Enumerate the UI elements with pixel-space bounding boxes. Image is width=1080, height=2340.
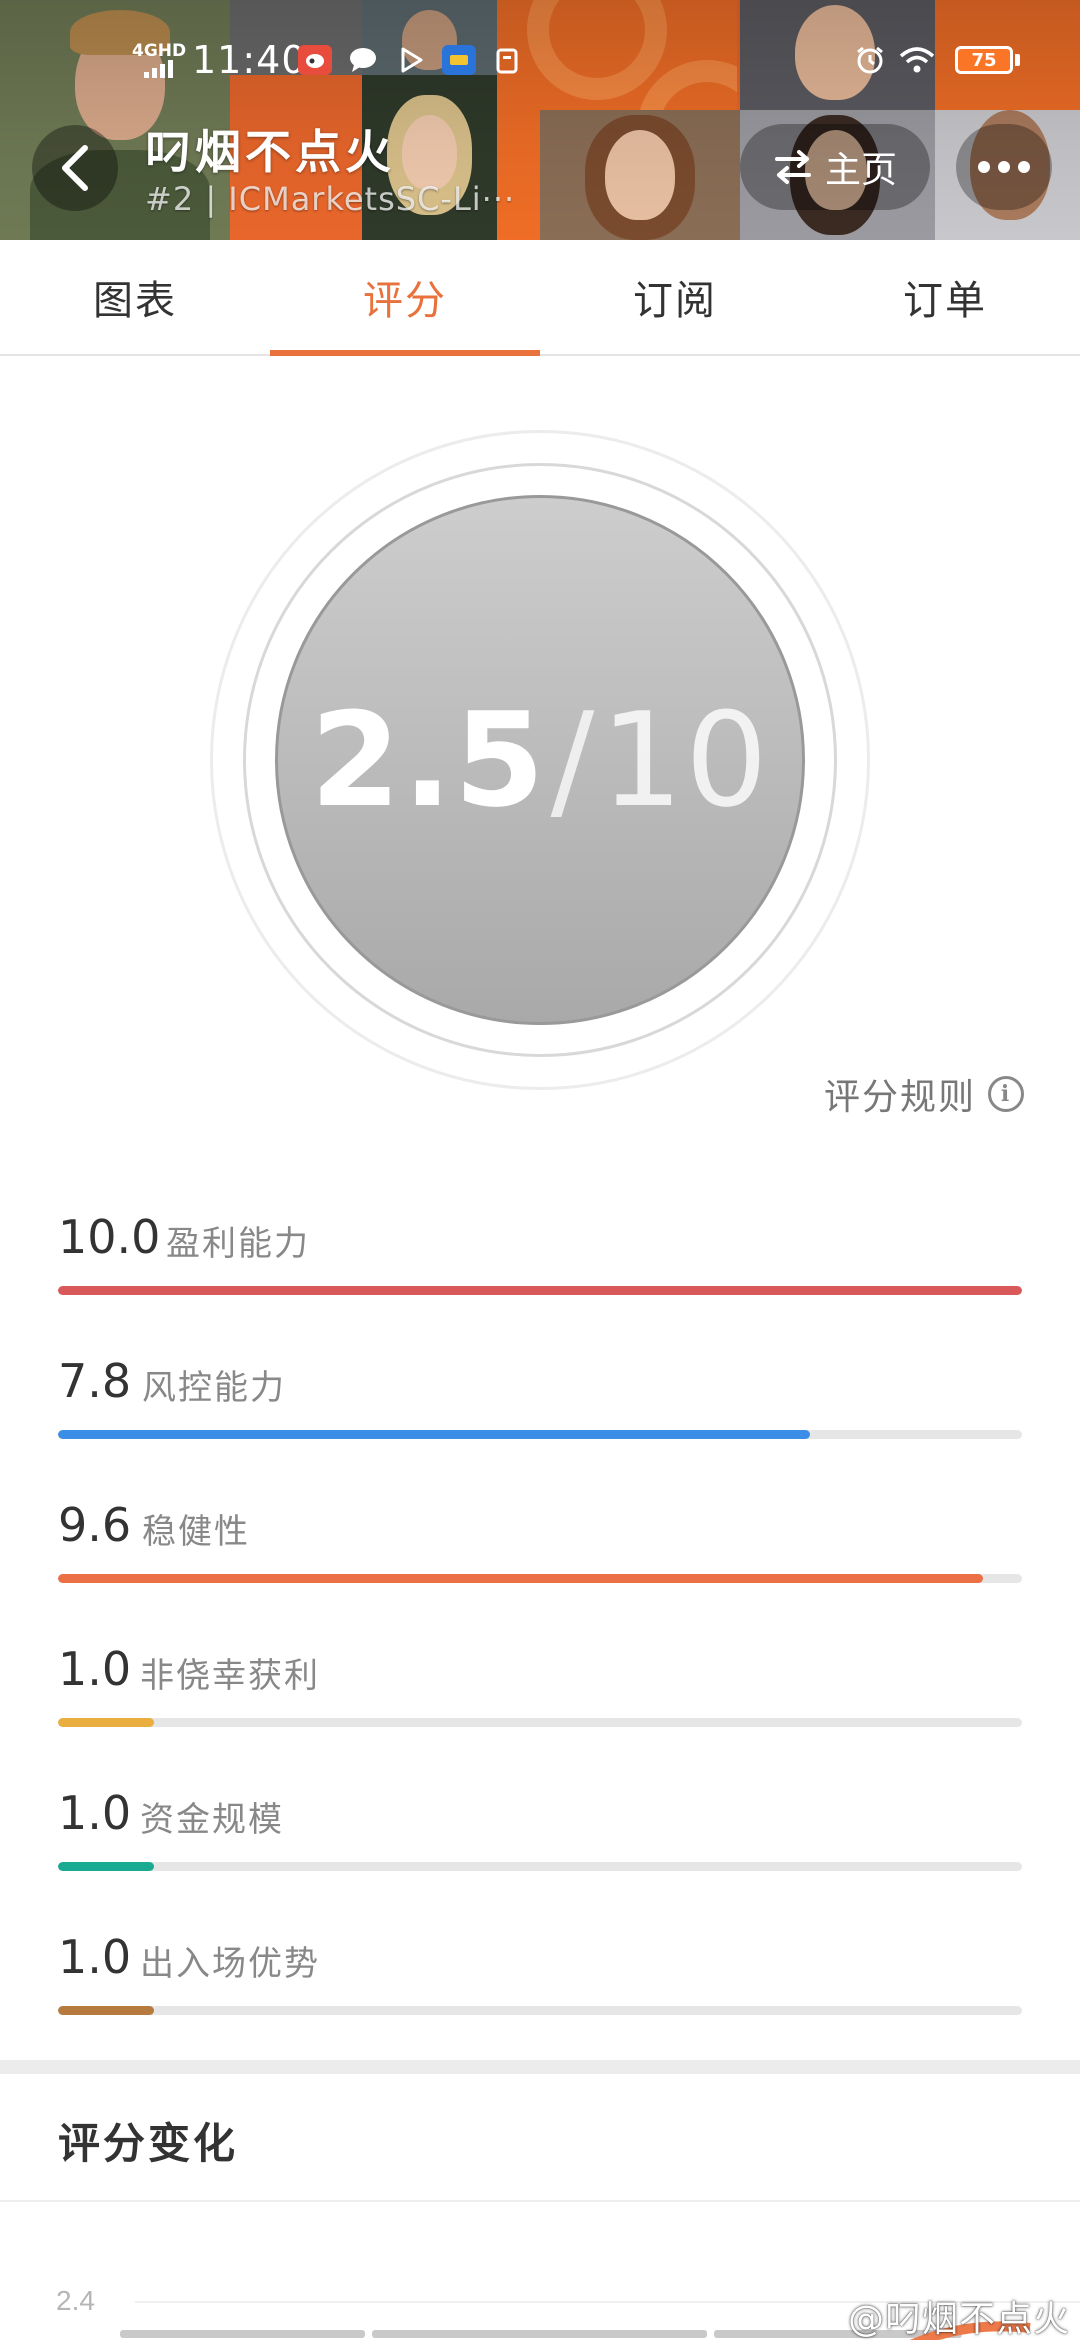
metrics-list: 10.0 盈利能力 7.8 风控能力 9.6 稳健性 1.0 非侥幸获利 1.0 资金规模 1.0 出… bbox=[58, 1200, 1022, 2064]
metric-bar-fill bbox=[58, 1286, 1022, 1295]
metric-bar-fill bbox=[58, 1862, 155, 1871]
signal-bars-icon bbox=[144, 59, 174, 78]
more-dot bbox=[1018, 161, 1030, 173]
chat-bubble-icon bbox=[346, 45, 380, 75]
tab-orders[interactable]: 订单 bbox=[810, 240, 1080, 354]
metric-label: 资金规模 bbox=[140, 1800, 284, 1840]
more-button[interactable] bbox=[956, 124, 1052, 210]
battery-tip bbox=[1015, 54, 1020, 66]
metric-value: 9.6 bbox=[58, 1498, 132, 1552]
metric-bar-track bbox=[58, 1286, 1022, 1295]
play-icon bbox=[394, 45, 428, 75]
metric-row: 1.0 资金规模 bbox=[58, 1776, 1022, 1920]
metric-label: 风控能力 bbox=[142, 1368, 286, 1408]
notification-icons bbox=[298, 30, 524, 90]
metric-bar-fill bbox=[58, 2006, 155, 2015]
metric-bar-track bbox=[58, 1430, 1022, 1439]
metric-row: 1.0 非侥幸获利 bbox=[58, 1632, 1022, 1776]
metric-row: 7.8 风控能力 bbox=[58, 1344, 1022, 1488]
metric-value: 10.0 bbox=[58, 1210, 161, 1264]
metric-label: 盈利能力 bbox=[166, 1224, 310, 1264]
score-display: 2.5 / 10 bbox=[310, 684, 770, 836]
battery-level: 75 bbox=[955, 46, 1013, 74]
metric-bar-track bbox=[58, 2006, 1022, 2015]
swap-arrows-icon bbox=[774, 150, 811, 184]
metric-value: 1.0 bbox=[58, 1786, 132, 1840]
network-indicator: 4GHD bbox=[132, 30, 186, 90]
network-type: 4GHD bbox=[132, 40, 187, 61]
chevron-left-icon bbox=[62, 145, 88, 191]
page-title: 叼烟不点火 bbox=[145, 125, 395, 179]
metric-row: 1.0 出入场优势 bbox=[58, 1920, 1022, 2064]
metric-bar-track bbox=[58, 1862, 1022, 1871]
chart-scroll-bar bbox=[120, 2330, 365, 2338]
info-icon: i bbox=[988, 1076, 1024, 1112]
weibo-app-icon bbox=[298, 45, 332, 75]
metric-label: 非侥幸获利 bbox=[140, 1656, 320, 1696]
section-divider bbox=[0, 2060, 1080, 2074]
battery-indicator: 75 bbox=[955, 30, 1020, 90]
wifi-icon bbox=[899, 30, 935, 90]
score-max: 10 bbox=[600, 684, 770, 836]
alarm-icon bbox=[855, 30, 885, 90]
score-rules-link[interactable]: 评分规则 i bbox=[824, 1068, 1024, 1120]
header-banner: 4GHD 11:40 75 叼烟不点火 #2 | ICMarketsSC-Li·… bbox=[0, 0, 1080, 240]
y-axis-tick: 2.4 bbox=[56, 2285, 95, 2316]
more-dots-icon bbox=[978, 161, 990, 173]
metric-bar-fill bbox=[58, 1430, 810, 1439]
clock: 11:40 bbox=[192, 38, 307, 82]
tab-subscribe[interactable]: 订阅 bbox=[540, 240, 810, 354]
metric-label: 稳健性 bbox=[142, 1512, 250, 1552]
metric-value: 1.0 bbox=[58, 1642, 132, 1696]
tab-bar: 图表 评分 订阅 订单 bbox=[0, 240, 1080, 356]
metric-label: 出入场优势 bbox=[140, 1944, 320, 1984]
score-change-title: 评分变化 bbox=[58, 2119, 239, 2168]
watermark: @叼烟不点火 bbox=[847, 2299, 1070, 2340]
metric-bar-track bbox=[58, 1574, 1022, 1583]
metric-value: 7.8 bbox=[58, 1354, 132, 1408]
back-button[interactable] bbox=[32, 125, 118, 211]
metric-row: 9.6 稳健性 bbox=[58, 1488, 1022, 1632]
status-bar: 4GHD 11:40 75 bbox=[0, 30, 1080, 90]
metric-bar-track bbox=[58, 1718, 1022, 1727]
score-dial: 2.5 / 10 bbox=[210, 430, 870, 1090]
tab-chart[interactable]: 图表 bbox=[0, 240, 270, 354]
score-value: 2.5 bbox=[310, 684, 547, 836]
more-dot bbox=[998, 161, 1010, 173]
dial-core: 2.5 / 10 bbox=[275, 495, 805, 1025]
score-rules-label: 评分规则 bbox=[823, 1077, 976, 1118]
metric-value: 1.0 bbox=[58, 1930, 132, 1984]
section-separator bbox=[0, 2200, 1080, 2202]
score-slash: / bbox=[550, 684, 597, 836]
metric-row: 10.0 盈利能力 bbox=[58, 1200, 1022, 1344]
home-button[interactable]: 主页 bbox=[740, 124, 930, 210]
home-button-label: 主页 bbox=[824, 150, 897, 191]
account-subtitle: #2 | ICMarketsSC-Li··· bbox=[145, 180, 516, 218]
tab-score[interactable]: 评分 bbox=[270, 240, 540, 356]
chart-scroll-bar bbox=[372, 2330, 707, 2338]
meituan-app-icon bbox=[442, 45, 476, 75]
clipboard-icon bbox=[490, 45, 524, 75]
metric-bar-fill bbox=[58, 1574, 984, 1583]
metric-bar-fill bbox=[58, 1718, 155, 1727]
